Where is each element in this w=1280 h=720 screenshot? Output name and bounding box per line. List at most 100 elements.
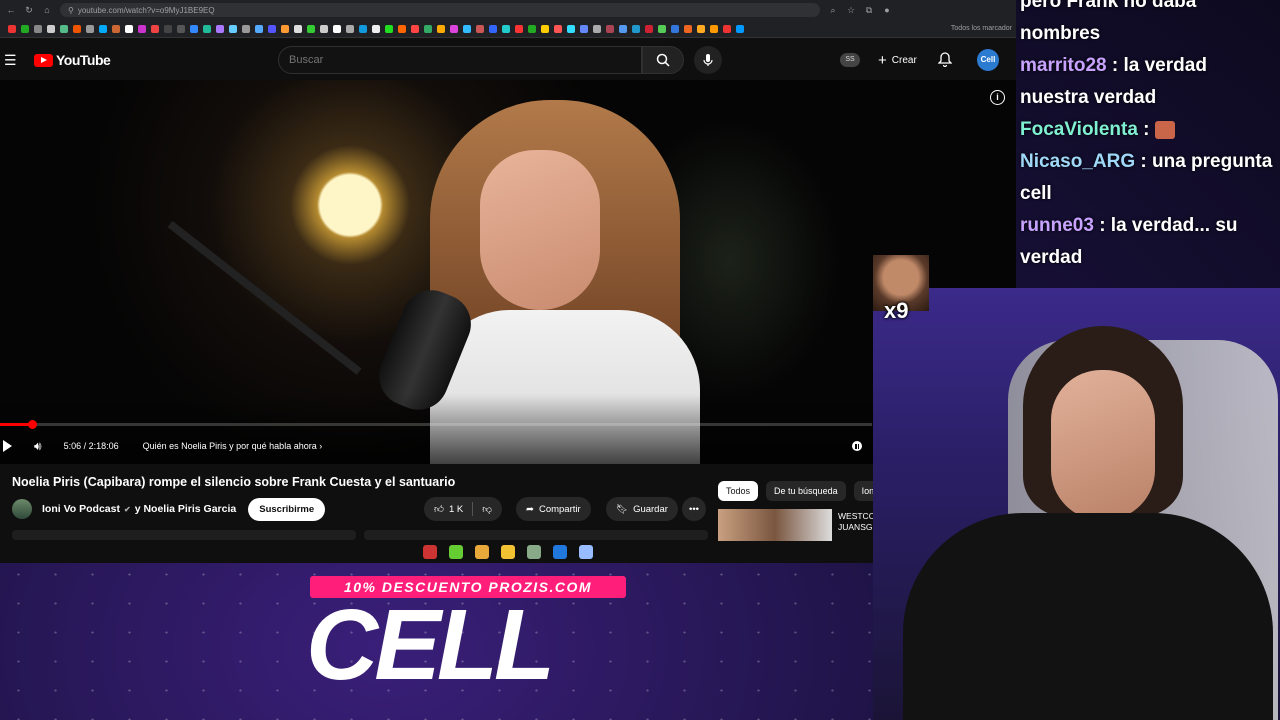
bookmark-icon[interactable] — [710, 24, 718, 33]
channel-avatar[interactable] — [12, 499, 32, 519]
bookmark-icon[interactable] — [281, 24, 289, 33]
create-button[interactable]: + Crear — [872, 48, 923, 72]
bookmark-icon[interactable] — [372, 24, 380, 33]
chat-username[interactable]: Nicaso_ARG — [1020, 151, 1135, 172]
bookmark-icon[interactable] — [294, 24, 302, 33]
youtube-logo[interactable]: YouTube — [34, 52, 111, 68]
info-icon[interactable]: i — [990, 90, 1005, 105]
bookmark-icon[interactable] — [229, 24, 237, 33]
bookmark-icon[interactable] — [658, 24, 666, 33]
more-actions-button[interactable]: ••• — [682, 497, 706, 521]
address-bar[interactable]: ⚲ youtube.com/watch?v=o9MyJ1BE9EQ — [60, 3, 820, 17]
chip-all[interactable]: Todos — [718, 481, 759, 501]
bookmark-icon[interactable] — [73, 24, 81, 33]
chat-username[interactable]: FocaViolenta — [1020, 119, 1138, 140]
bookmark-icon[interactable] — [346, 24, 354, 33]
ss-badge[interactable]: SS — [840, 53, 860, 67]
notifications-bell-icon[interactable] — [937, 52, 953, 72]
voice-search-button[interactable] — [694, 46, 722, 74]
chat-username[interactable]: runne03 — [1020, 215, 1094, 236]
bookmark-icon[interactable] — [450, 24, 458, 33]
bookmark-icon[interactable] — [619, 24, 627, 33]
bookmark-icon[interactable] — [190, 24, 198, 33]
progress-bar[interactable] — [0, 420, 872, 429]
bookmark-icon[interactable] — [684, 24, 692, 33]
volume-icon[interactable]: 🔊︎ — [34, 439, 42, 454]
bookmark-icon[interactable] — [528, 24, 536, 33]
taskbar-app-icon[interactable] — [475, 545, 489, 559]
zoom-icon[interactable]: ⌕ — [828, 5, 838, 16]
recommendation-title[interactable]: WESTCOL JUANSG — [838, 511, 878, 533]
bookmark-icon[interactable] — [359, 24, 367, 33]
bookmark-icon[interactable] — [86, 24, 94, 33]
bookmark-icon[interactable] — [255, 24, 263, 33]
bookmark-icon[interactable] — [164, 24, 172, 33]
bookmark-star-icon[interactable]: ☆ — [846, 5, 856, 16]
bookmark-icon[interactable] — [177, 24, 185, 33]
bookmark-icon[interactable] — [437, 24, 445, 33]
bookmark-icon[interactable] — [424, 24, 432, 33]
search-button[interactable] — [642, 46, 684, 74]
profile-icon[interactable]: ● — [882, 5, 892, 15]
bookmark-icon[interactable] — [138, 24, 146, 33]
bookmark-icon[interactable] — [151, 24, 159, 33]
chapter-title[interactable]: Quién es Noelia Piris y por qué habla ah… — [143, 441, 323, 451]
bookmark-icon[interactable] — [671, 24, 679, 33]
bookmark-icon[interactable] — [385, 24, 393, 33]
collab-name[interactable]: y Noelia Piris Garcia — [135, 503, 237, 515]
taskbar-app-icon[interactable] — [579, 545, 593, 559]
bookmark-icon[interactable] — [99, 24, 107, 33]
bookmark-icon[interactable] — [567, 24, 575, 33]
bookmark-icon[interactable] — [593, 24, 601, 33]
thumbs-up-icon[interactable]: 👍︎ — [434, 503, 444, 515]
reload-icon[interactable]: ↻ — [24, 5, 34, 16]
taskbar-app-icon[interactable] — [527, 545, 541, 559]
bookmark-icon[interactable] — [515, 24, 523, 33]
bookmark-icon[interactable] — [60, 24, 68, 33]
chat-username[interactable]: marrito28 — [1020, 55, 1107, 76]
bookmark-icon[interactable] — [606, 24, 614, 33]
bookmark-icon[interactable] — [411, 24, 419, 33]
search-box[interactable] — [278, 46, 642, 74]
chip-from-search[interactable]: De tu búsqueda — [766, 481, 846, 501]
bookmark-icon[interactable] — [697, 24, 705, 33]
bookmark-icon[interactable] — [216, 24, 224, 33]
bookmark-icon[interactable] — [476, 24, 484, 33]
bookmark-icon[interactable] — [398, 24, 406, 33]
home-icon[interactable]: ⌂ — [42, 5, 52, 15]
play-icon[interactable] — [3, 440, 12, 452]
bookmark-icon[interactable] — [541, 24, 549, 33]
bookmark-icon[interactable] — [21, 24, 29, 33]
extensions-icon[interactable]: ⧉ — [864, 5, 874, 16]
user-avatar[interactable]: Cell — [977, 49, 999, 71]
bookmark-icon[interactable] — [203, 24, 211, 33]
hamburger-menu-icon[interactable]: ☰ — [4, 52, 20, 69]
back-icon[interactable]: ← — [6, 5, 16, 15]
taskbar-app-icon[interactable] — [423, 545, 437, 559]
like-count[interactable]: 1 K — [449, 504, 463, 515]
bookmark-icon[interactable] — [645, 24, 653, 33]
bookmark-icon[interactable] — [8, 24, 16, 33]
bookmark-icon[interactable] — [320, 24, 328, 33]
video-player[interactable]: i 🔊︎ 5:06 / 2:18:06 Quién es Noelia Piri… — [0, 80, 1016, 464]
recommendation-thumbnail[interactable] — [718, 509, 832, 541]
thumbs-down-icon[interactable]: 👎︎ — [482, 503, 492, 515]
autoplay-toggle-icon[interactable] — [852, 441, 862, 451]
bookmark-icon[interactable] — [502, 24, 510, 33]
bookmark-icon[interactable] — [554, 24, 562, 33]
bookmark-icon[interactable] — [125, 24, 133, 33]
bookmark-icon[interactable] — [112, 24, 120, 33]
bookmark-icon[interactable] — [47, 24, 55, 33]
bookmark-icon[interactable] — [736, 24, 744, 33]
bookmark-icon[interactable] — [307, 24, 315, 33]
bookmark-icon[interactable] — [463, 24, 471, 33]
search-input[interactable] — [289, 54, 641, 66]
bookmark-icon[interactable] — [34, 24, 42, 33]
bookmark-icon[interactable] — [580, 24, 588, 33]
site-info-icon[interactable]: ⚲ — [68, 6, 74, 15]
share-button[interactable]: ➦ Compartir — [516, 497, 591, 521]
subscribe-button[interactable]: Suscribirme — [248, 497, 326, 521]
bookmark-icon[interactable] — [723, 24, 731, 33]
bookmark-icon[interactable] — [268, 24, 276, 33]
taskbar-app-icon[interactable] — [449, 545, 463, 559]
